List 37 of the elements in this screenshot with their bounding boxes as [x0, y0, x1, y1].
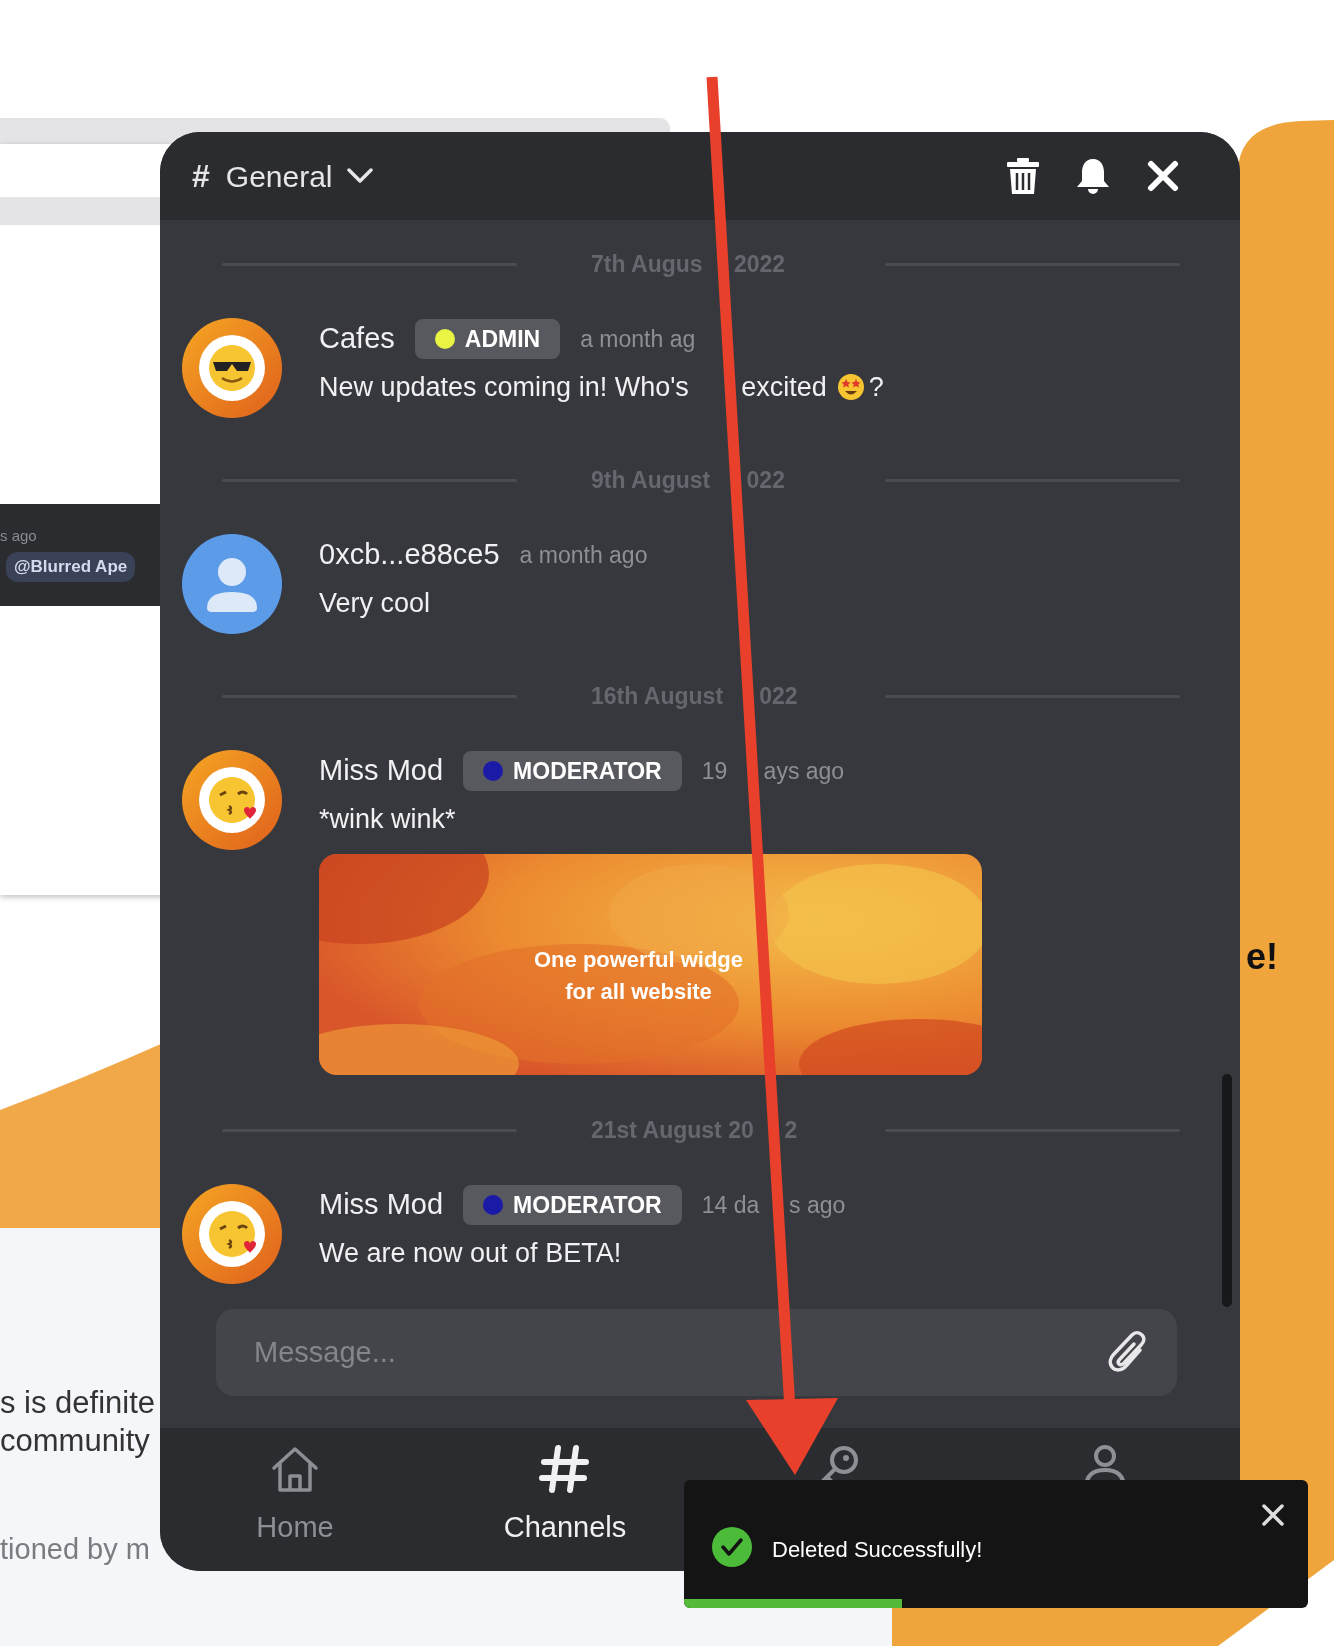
body-text: community: [0, 1422, 150, 1460]
chevron-down-icon[interactable]: [346, 168, 373, 184]
banner-text: for all website: [565, 978, 712, 1006]
message-text: New updates coming in! Who's: [319, 371, 689, 404]
body-text: tioned by m: [0, 1532, 150, 1567]
message-text: *wink wink*: [319, 803, 456, 836]
timestamp: s ago: [789, 1190, 846, 1220]
mention-tag: @Blurred Ape: [6, 552, 136, 582]
message-text: Very cool: [319, 587, 431, 620]
time-text: s ago: [0, 526, 37, 546]
nav-tab[interactable]: Home: [160, 1428, 430, 1571]
timestamp: a month ag: [580, 324, 696, 354]
timestamp: ays ago: [763, 756, 845, 786]
timestamp: a month ago: [519, 540, 648, 570]
message-text: We are now out of BETA!: [319, 1237, 622, 1270]
author-name[interactable]: Miss Mod: [319, 749, 444, 793]
author-name[interactable]: 0xcb...e88ce5: [319, 533, 500, 577]
check-circle-icon: [711, 1526, 753, 1568]
author-name[interactable]: Cafes: [319, 317, 395, 361]
message-input[interactable]: Message...: [216, 1309, 1177, 1396]
channel-name[interactable]: General: [225, 153, 333, 199]
toast-message: Deleted Successfully!: [772, 1536, 983, 1564]
trash-icon[interactable]: [1004, 157, 1042, 195]
message-text: excited: [741, 371, 827, 404]
bell-icon[interactable]: [1074, 157, 1112, 195]
message-text: ?: [868, 371, 884, 404]
timestamp: 14 da: [701, 1190, 760, 1220]
body-text: s is definite: [0, 1384, 156, 1422]
hash-symbol: #: [192, 157, 210, 196]
banner-text: One powerful widge: [534, 946, 743, 974]
scrollbar-thumb[interactable]: [1222, 1074, 1232, 1307]
heading-text: e!: [1246, 935, 1278, 979]
role-label: MODERATOR: [513, 1190, 662, 1220]
role-label: MODERATOR: [513, 756, 662, 786]
author-name[interactable]: Miss Mod: [319, 1183, 444, 1227]
timestamp: 19: [701, 756, 728, 786]
role-label: ADMIN: [464, 324, 541, 354]
